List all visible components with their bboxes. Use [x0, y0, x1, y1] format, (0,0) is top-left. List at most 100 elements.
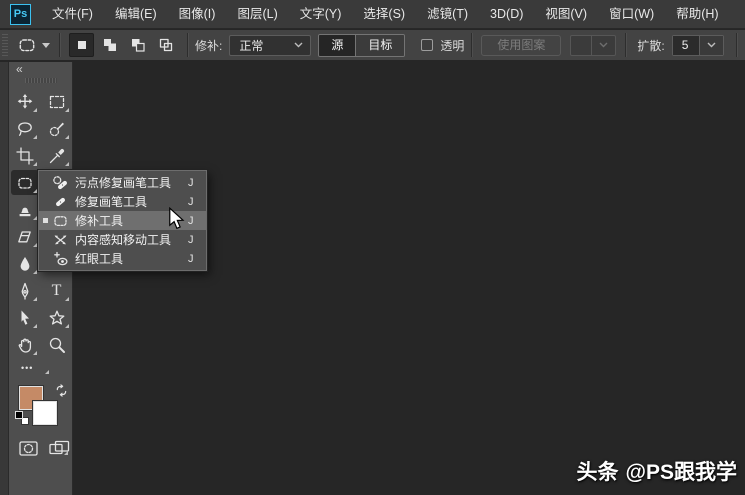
use-pattern-button: 使用图案: [481, 34, 562, 56]
red-eye-icon: [52, 251, 75, 267]
flyout-item-content-aware-move[interactable]: 内容感知移动工具 J: [39, 230, 206, 249]
spot-healing-brush-icon: [52, 175, 75, 191]
quick-mask-button[interactable]: [19, 440, 39, 457]
flyout-indicator: [64, 162, 69, 166]
move-tool[interactable]: [11, 89, 39, 114]
menu-file[interactable]: 文件(F): [41, 0, 104, 29]
diffusion-label: 扩散:: [637, 38, 665, 53]
custom-shape-tool[interactable]: [43, 305, 71, 330]
eyedropper-tool[interactable]: [43, 143, 71, 168]
horizontal-type-tool[interactable]: T: [43, 278, 71, 303]
lasso-icon: [17, 121, 32, 136]
tool-panel: « T •••: [9, 62, 73, 495]
panel-grip[interactable]: [24, 78, 57, 83]
flyout-indicator: [64, 297, 69, 301]
patch-mode-select[interactable]: 正常: [229, 34, 312, 56]
menu-image[interactable]: 图像(I): [168, 0, 227, 29]
menu-layer[interactable]: 图层(L): [226, 0, 288, 29]
hand-icon: [18, 338, 31, 353]
color-swatches: [15, 384, 69, 430]
swap-colors-icon[interactable]: [55, 384, 68, 397]
custom-shape-star-icon: [49, 310, 64, 325]
source-button[interactable]: 源: [319, 34, 356, 56]
intersect-selection-button[interactable]: [153, 33, 178, 57]
crop-tool[interactable]: [11, 143, 39, 168]
rectangular-marquee-tool[interactable]: [43, 89, 71, 114]
diffusion-select[interactable]: 5: [671, 34, 724, 56]
chevron-down-icon: [698, 35, 723, 55]
add-to-selection-button[interactable]: [97, 33, 122, 57]
pen-tool[interactable]: [11, 278, 39, 303]
menu-filter[interactable]: 滤镜(T): [416, 0, 479, 29]
flyout-indicator: [64, 451, 68, 455]
separator: [471, 33, 473, 57]
quick-selection-tool[interactable]: [43, 116, 71, 141]
tool-preset-picker[interactable]: [8, 35, 59, 55]
crop-icon: [15, 146, 34, 165]
flyout-indicator: [45, 370, 49, 374]
flyout-indicator: [32, 108, 37, 112]
eraser-tool[interactable]: [11, 224, 39, 249]
menu-window[interactable]: 窗口(W): [598, 0, 665, 29]
transparent-label: 透明: [440, 38, 465, 53]
clone-stamp-tool[interactable]: [11, 197, 39, 222]
pattern-picker: [570, 34, 617, 56]
flyout-indicator: [64, 135, 69, 139]
patch-tool-icon: [17, 35, 37, 55]
default-colors-icon[interactable]: [15, 411, 29, 425]
path-selection-tool[interactable]: [11, 305, 39, 330]
intersect-selection-icon: [159, 38, 172, 52]
menu-help[interactable]: 帮助(H): [665, 0, 729, 29]
path-selection-icon: [21, 310, 29, 325]
flyout-indicator: [32, 216, 37, 220]
selection-mode-group: [60, 33, 187, 57]
collapse-panel-button[interactable]: «: [16, 62, 23, 76]
patch-tool-icon: [52, 213, 75, 229]
type-tool-icon: T: [51, 281, 62, 299]
menu-edit[interactable]: 编辑(E): [104, 0, 168, 29]
transparent-checkbox[interactable]: [421, 39, 434, 51]
hand-tool[interactable]: [11, 332, 39, 357]
menu-bar: Ps 文件(F) 编辑(E) 图像(I) 图层(L) 文字(Y) 选择(S) 滤…: [0, 0, 745, 29]
blur-droplet-icon: [20, 256, 29, 271]
flyout-indicator: [32, 297, 37, 301]
new-selection-button[interactable]: [69, 33, 94, 57]
flyout-item-red-eye[interactable]: 红眼工具 J: [39, 249, 206, 268]
flyout-indicator: [32, 162, 37, 166]
blur-tool[interactable]: [11, 251, 39, 276]
pen-icon: [21, 282, 28, 300]
menu-type[interactable]: 文字(Y): [289, 0, 353, 29]
watermark-brand: 头条: [576, 461, 619, 484]
flyout-indicator: [32, 324, 37, 328]
clone-stamp-icon: [19, 207, 30, 216]
patch-icon: [17, 177, 32, 189]
source-destination-toggle: 源 目标: [318, 33, 406, 57]
menu-view[interactable]: 视图(V): [534, 0, 598, 29]
lasso-tool[interactable]: [11, 116, 39, 141]
subtract-from-selection-button[interactable]: [125, 33, 150, 57]
edit-toolbar-button[interactable]: •••: [21, 363, 51, 376]
chevron-down-icon: [287, 42, 310, 48]
screen-mode-button[interactable]: [49, 440, 70, 457]
background-color-swatch[interactable]: [32, 400, 58, 426]
menu-select[interactable]: 选择(S): [352, 0, 416, 29]
menu-3d[interactable]: 3D(D): [479, 0, 534, 29]
quick-selection-icon: [49, 122, 64, 136]
new-selection-icon: [77, 41, 86, 49]
options-bar: 修补: 正常 源 目标 透明 使用图案 扩散: 5: [0, 30, 745, 61]
flyout-indicator: [32, 270, 37, 274]
watermark: 头条 @PS跟我学: [577, 456, 738, 486]
photoshop-logo[interactable]: Ps: [10, 3, 31, 25]
zoom-tool[interactable]: [43, 332, 71, 357]
patch-label: 修补:: [195, 38, 223, 53]
subtract-from-selection-icon: [131, 39, 145, 52]
destination-button[interactable]: 目标: [355, 34, 405, 56]
patch-tool[interactable]: [10, 170, 39, 195]
watermark-handle: @PS跟我学: [625, 461, 738, 484]
patch-mode-value: 正常: [239, 38, 264, 53]
chevron-down-icon: [42, 42, 50, 48]
flyout-item-spot-healing-brush[interactable]: 污点修复画笔工具 J: [39, 173, 206, 192]
move-icon: [17, 93, 32, 109]
mouse-cursor: [168, 207, 186, 231]
selected-tool-bullet: [43, 218, 48, 223]
